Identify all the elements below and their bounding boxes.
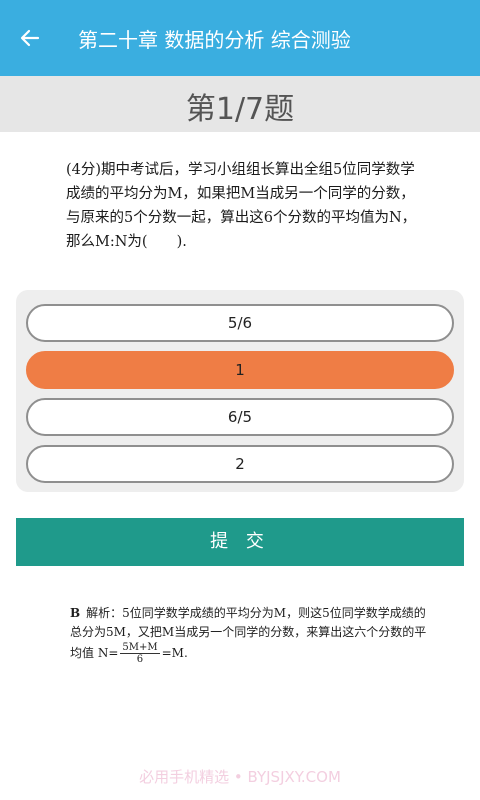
option-3[interactable]: 6/5: [26, 398, 454, 436]
back-button[interactable]: [12, 20, 48, 56]
app-bar: 第二十章 数据的分析 综合测验: [0, 0, 480, 76]
watermark: 必用手机精选 • BYJSJXY.COM: [139, 768, 341, 786]
question-counter: 第1/7题: [185, 92, 295, 127]
page-title: 第二十章 数据的分析 综合测验: [78, 28, 351, 52]
options-panel: 5/6 1 6/5 2: [16, 290, 464, 492]
answer-letter: B: [70, 606, 81, 620]
analysis-end: =M.: [161, 646, 188, 660]
fraction: 5M+M 6: [120, 642, 160, 665]
question-text: (4分)期中考试后，学习小组组长算出全组5位同学数学成绩的平均分为M，如果把M当…: [66, 162, 417, 250]
back-arrow-icon: [20, 29, 40, 47]
option-2-selected[interactable]: 1: [26, 351, 454, 389]
option-1[interactable]: 5/6: [26, 304, 454, 342]
fraction-numerator: 5M+M: [120, 642, 160, 654]
submit-button[interactable]: 提 交: [16, 518, 464, 566]
option-4[interactable]: 2: [26, 445, 454, 483]
analysis-text: B 解析：5位同学数学成绩的平均分为M，则这5位同学数学成绩的总分为5M，又把M当…: [70, 604, 430, 665]
question-counter-bar: 第1/7题: [0, 76, 480, 132]
fraction-denominator: 6: [136, 654, 144, 665]
